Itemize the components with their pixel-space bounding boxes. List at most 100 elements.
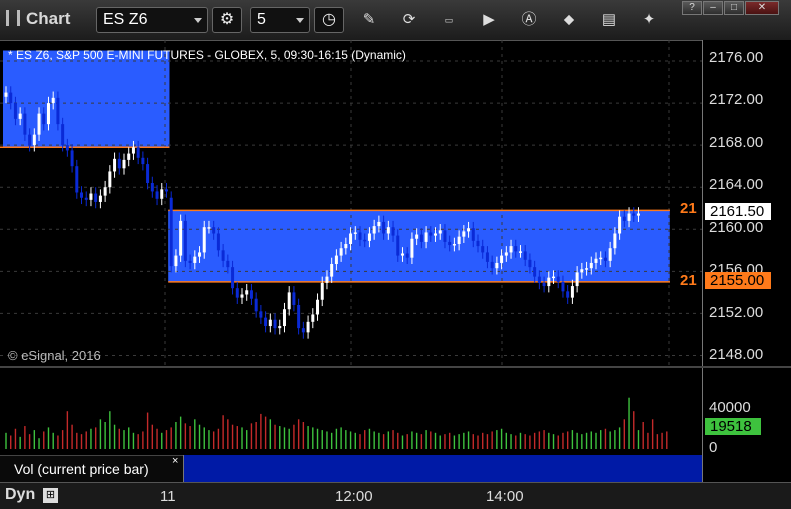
price-bar [23,113,27,135]
alert-icon[interactable]: Ⓐ [520,11,538,29]
price-bar [98,195,102,202]
volume-bar [387,431,390,449]
symbol-input[interactable]: ES Z6 [96,7,208,33]
volume-bar [71,424,73,449]
volume-bar [76,432,78,449]
price-bar [42,113,46,125]
volume-bar [463,432,465,449]
maximize-button[interactable]: □ [724,1,744,15]
price-bar [183,220,187,261]
volume-bar [401,435,404,449]
price-chart[interactable] [0,40,702,366]
get-icon[interactable]: ▭ [440,11,458,29]
price-bar [547,277,551,287]
twitter-icon[interactable]: ✦ [640,11,658,29]
price-bar [585,268,589,270]
minimize-button[interactable]: – [703,1,723,15]
lock-icon[interactable]: ⊞ [43,488,58,503]
price-bar [391,227,395,236]
price-bar [358,232,362,240]
help-button[interactable]: ? [682,1,702,15]
volume-bar [288,428,290,449]
price-bar [216,233,220,251]
volume-bar [250,423,253,449]
price-bar [4,92,8,97]
volume-bar [590,431,592,449]
volume-bar [184,423,187,449]
volume-bar [349,431,352,449]
dynamic-mode-label[interactable]: Dyn [5,486,35,504]
price-bar [556,276,560,282]
volume-bar [467,431,470,449]
price-bar [32,134,36,146]
volume-bar [28,434,31,449]
comment-icon[interactable]: ▤ [600,11,618,29]
interval-input[interactable]: 5 [250,7,310,33]
volume-axis[interactable]: 40000 0 19518 [702,368,791,482]
price-bar [61,124,65,146]
price-bar [13,103,17,119]
price-axis[interactable]: 2176.00 2172.00 2168.00 2164.00 2160.00 … [702,40,791,366]
price-bar [481,246,485,253]
chevron-down-icon[interactable] [194,18,202,23]
volume-bar [581,434,583,449]
volume-bar [165,430,168,449]
price-bar [518,251,522,253]
price-bar [259,311,263,318]
price-label: 2160.00 [709,219,764,236]
volume-bar [269,419,272,449]
price-bar [108,171,112,188]
price-bar [103,187,107,196]
volume-chart[interactable] [0,368,702,455]
volume-bar [406,434,408,449]
volume-bar [524,434,526,449]
price-bar [410,238,414,258]
level-tag-upper: 21 [680,200,697,217]
pencil-icon[interactable]: ✎ [360,11,378,29]
refresh-icon[interactable]: ⟳ [400,11,418,29]
price-bar [37,113,41,135]
price-bar [117,158,121,169]
price-bar [46,103,50,125]
volume-legend[interactable]: Vol (current price bar) [0,455,183,482]
link-icon[interactable]: ⬥ [560,11,578,29]
price-label: 2168.00 [709,134,764,151]
volume-bar [61,430,64,449]
chevron-down-icon[interactable] [296,18,304,23]
close-icon[interactable]: × [172,455,178,467]
price-bar [287,292,291,310]
price-bar [542,282,546,287]
volume-bar [90,428,92,449]
price-bar [316,299,320,315]
volume-bar [113,424,116,449]
level-price-tag: 2155.00 [705,272,771,289]
volume-bar [477,435,479,449]
volume-bar [321,430,323,449]
price-bar [282,309,286,327]
volume-bar [397,432,399,449]
close-button[interactable]: ✕ [745,1,779,15]
volume-bar [52,432,54,449]
price-bar [570,286,574,298]
play-icon[interactable]: ▶ [480,11,498,29]
settings-gear-button[interactable]: ⚙ [212,7,242,33]
price-bar [636,213,640,216]
volume-bar [132,432,135,449]
time-axis[interactable]: Dyn ⊞ 11 12:00 14:00 [0,482,791,509]
price-bar [292,292,296,306]
volume-bar [604,428,607,449]
volume-bar [425,430,427,449]
price-bar [330,263,334,277]
price-bar [490,261,494,269]
price-bar [320,282,324,300]
volume-bar [326,431,328,449]
volume-bar [496,430,498,449]
range-band [168,210,670,282]
volume-bar [340,427,342,449]
volume-bar [500,428,503,449]
volume-bar [151,424,154,449]
time-template-button[interactable]: ◷ [314,7,344,33]
range-band [3,50,170,148]
volume-bar [19,436,21,449]
price-bar [245,290,249,295]
